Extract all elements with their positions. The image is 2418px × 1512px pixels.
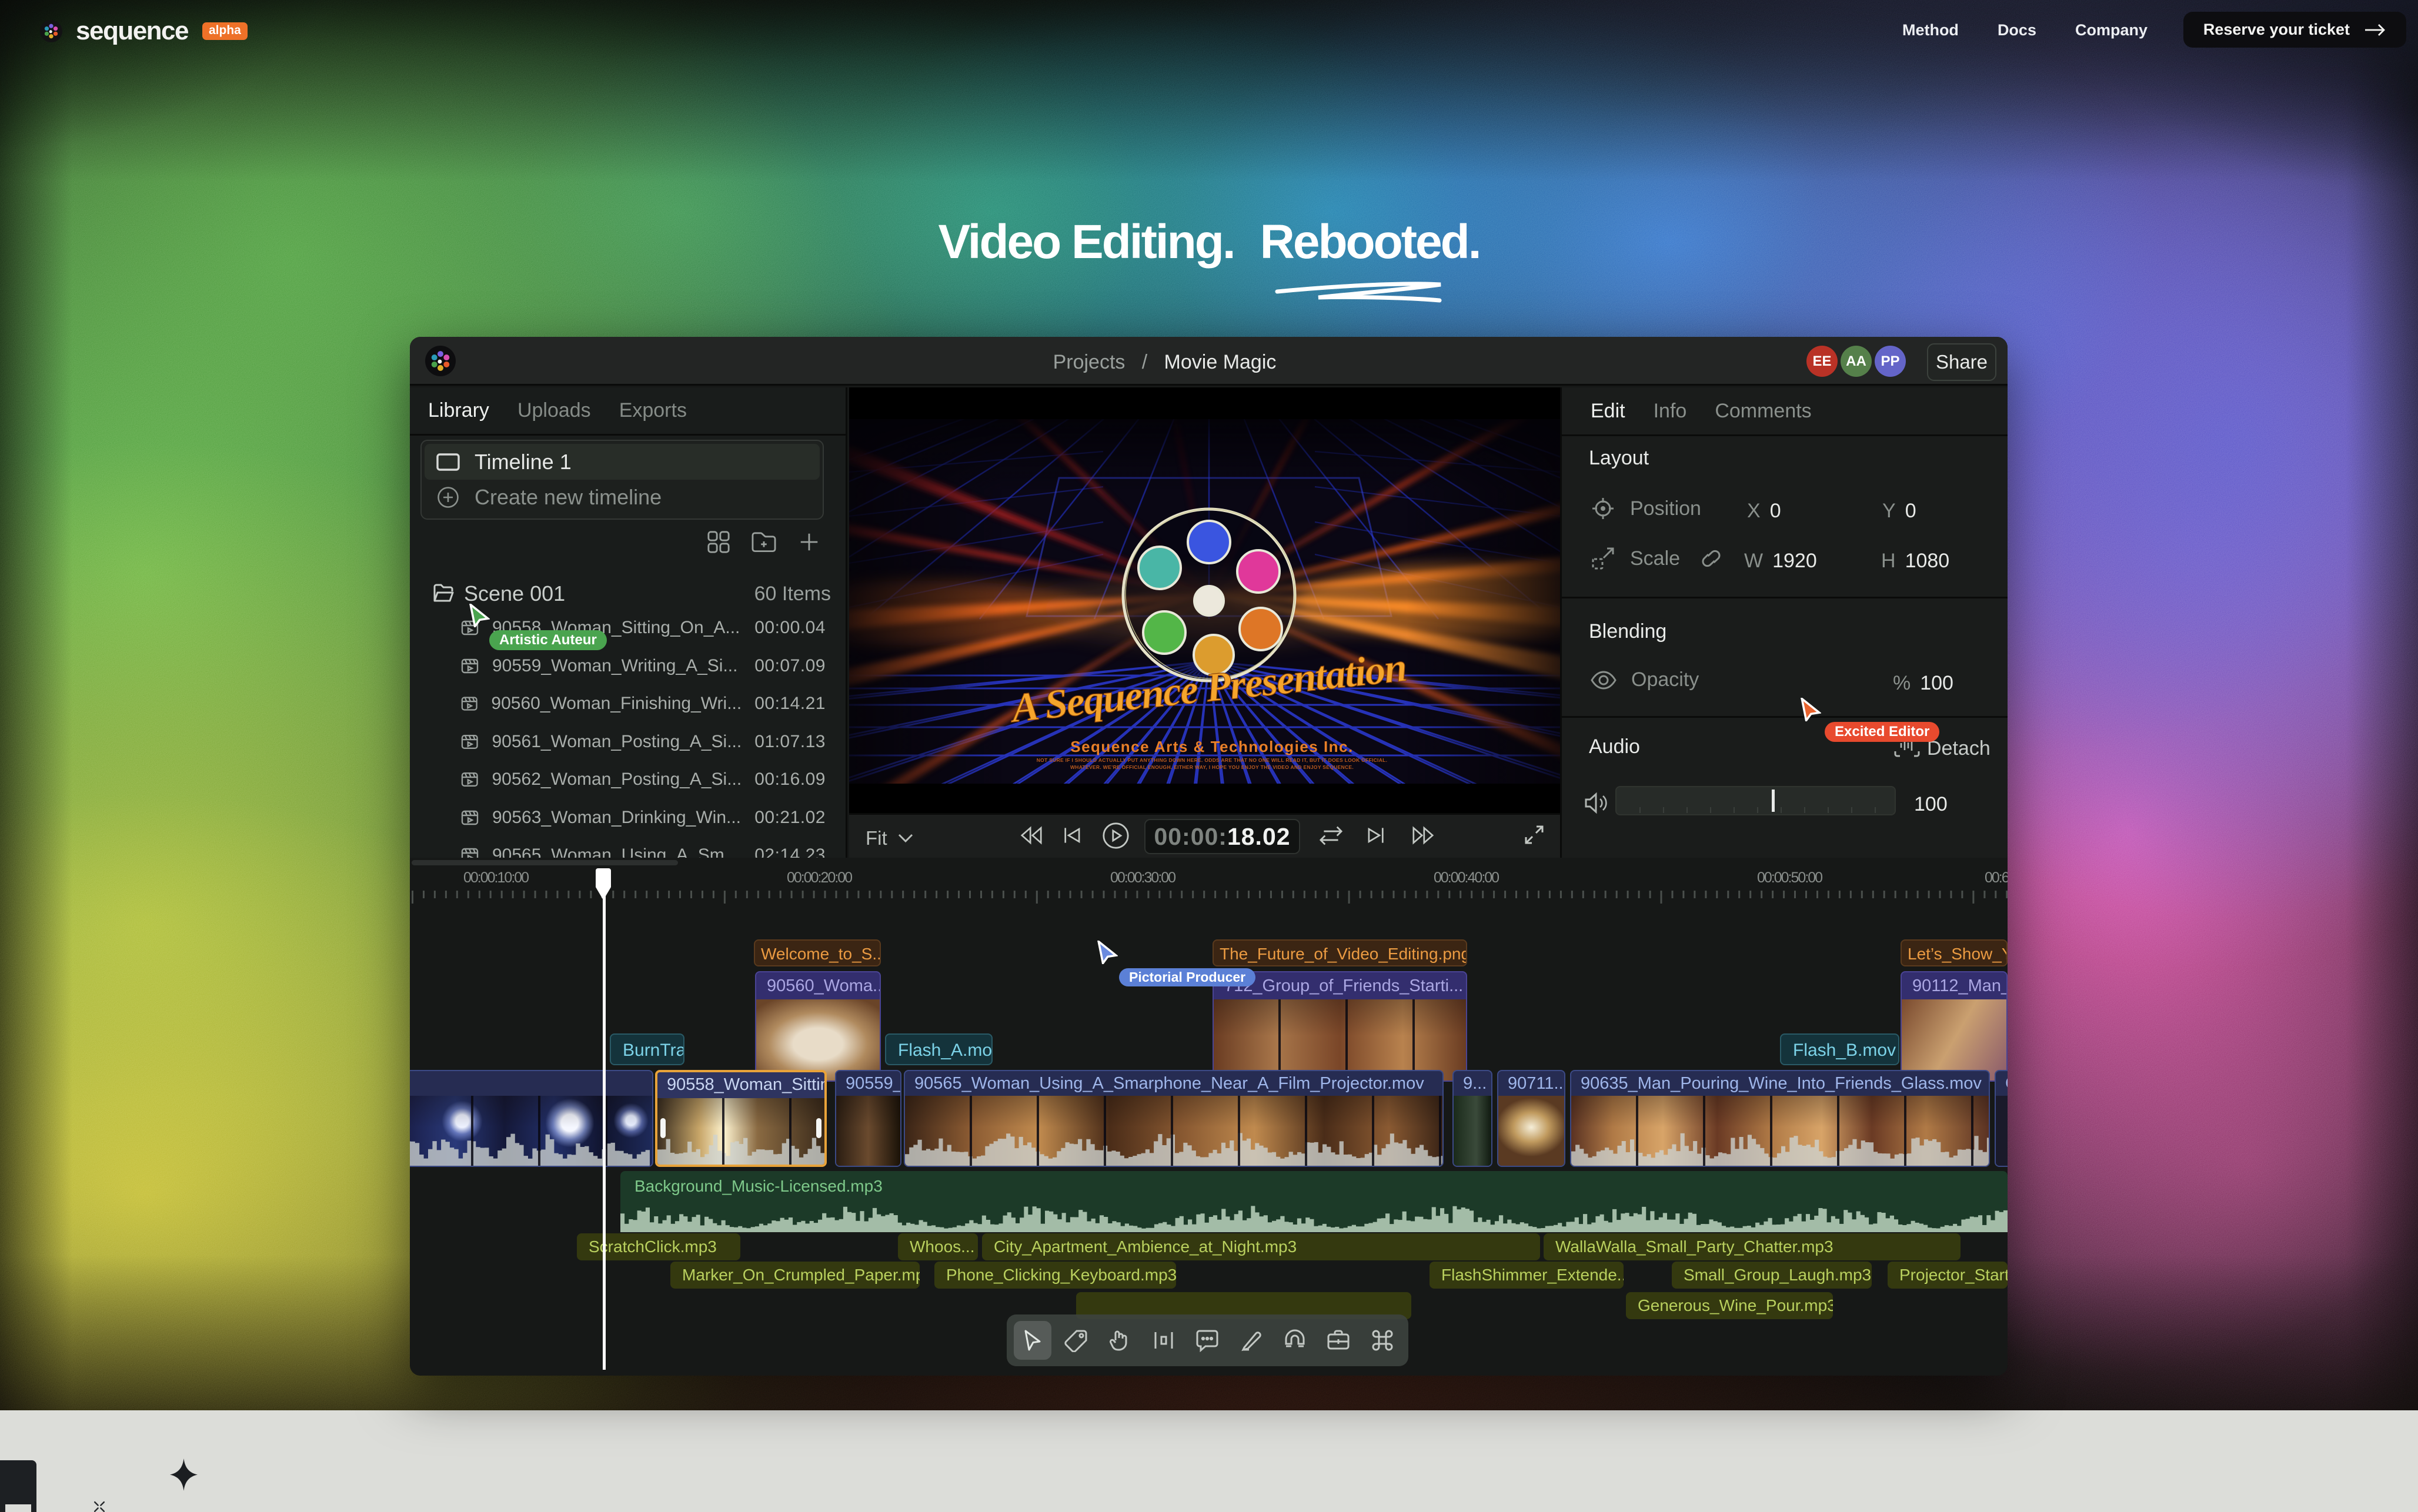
svg-text:Sequence Arts & Technologies I: Sequence Arts & Technologies Inc. [1070,738,1353,755]
svg-text:NOT SURE IF I SHOULD ACTUALLY: NOT SURE IF I SHOULD ACTUALLY PUT ANYTHI… [1037,757,1388,763]
svg-text:WHATEVER. WE’RE OFFICIAL ENOUG: WHATEVER. WE’RE OFFICIAL ENOUGH. EITHER … [1070,764,1354,770]
